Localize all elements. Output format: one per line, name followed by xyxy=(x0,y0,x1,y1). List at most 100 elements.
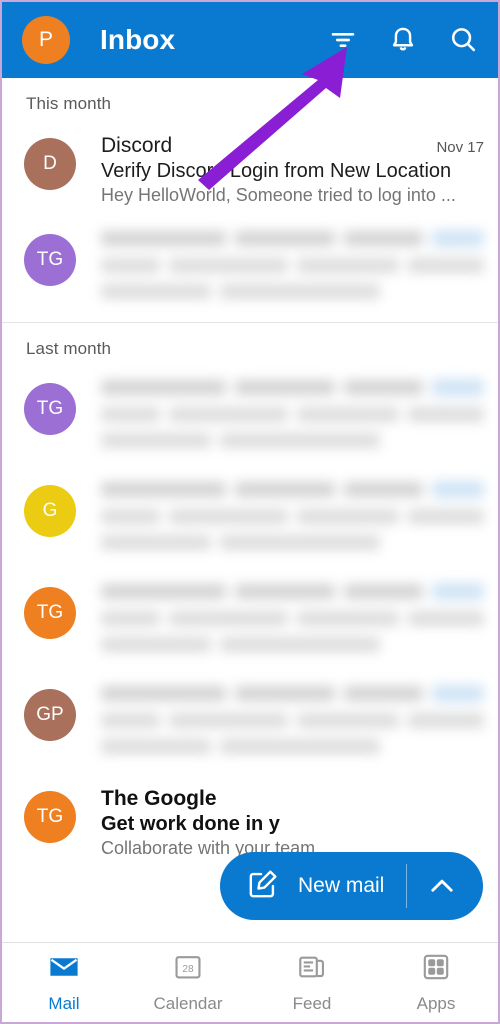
redacted-block xyxy=(432,379,484,396)
redacted-text-line xyxy=(101,611,484,626)
section-label: Last month xyxy=(26,339,112,358)
mail-sender: The Google xyxy=(101,787,217,810)
redacted-block xyxy=(344,686,424,701)
redacted-block xyxy=(220,284,380,299)
redacted-text-line xyxy=(101,433,484,448)
redacted-block xyxy=(235,380,336,395)
bell-icon[interactable] xyxy=(386,23,420,57)
mail-sender: Discord xyxy=(101,134,173,157)
redacted-block xyxy=(407,407,484,422)
avatar[interactable]: TG xyxy=(24,587,76,639)
redacted-block xyxy=(101,509,161,524)
avatar[interactable]: D xyxy=(24,138,76,190)
mail-item-body xyxy=(101,379,484,459)
redacted-block xyxy=(101,637,211,652)
redacted-block xyxy=(235,482,336,497)
new-mail-label: New mail xyxy=(298,874,385,897)
page-title: Inbox xyxy=(100,24,176,55)
redacted-block xyxy=(235,584,336,599)
mail-item-header: The Google xyxy=(101,787,484,811)
mail-list-item[interactable]: TG xyxy=(2,369,498,471)
compose-divider xyxy=(406,864,408,908)
redacted-block xyxy=(344,231,424,246)
nav-item-mail[interactable]: Mail xyxy=(2,943,126,1022)
nav-item-label: Feed xyxy=(292,994,332,1013)
feed-icon xyxy=(296,951,328,988)
redacted-block xyxy=(101,611,161,626)
redacted-block xyxy=(407,713,484,728)
mail-list-item[interactable]: G xyxy=(2,471,498,573)
new-mail-button[interactable]: New mail xyxy=(220,852,484,920)
redacted-block xyxy=(297,258,399,273)
redacted-block xyxy=(220,739,380,754)
mail-subject: Verify Discord Login from New Location xyxy=(101,160,452,182)
nav-item-calendar[interactable]: 28 Calendar xyxy=(126,943,250,1022)
redacted-block xyxy=(169,509,288,524)
redacted-block xyxy=(432,685,484,702)
mail-item-header: Discord Nov 17 xyxy=(101,134,484,158)
redacted-block xyxy=(169,258,288,273)
redacted-block xyxy=(432,230,484,247)
mail-list[interactable]: This month D Discord Nov 17 Verify Discord L… xyxy=(2,78,498,873)
redacted-text-line xyxy=(101,258,484,273)
redacted-text-line xyxy=(101,637,484,652)
search-icon[interactable] xyxy=(446,23,480,57)
redacted-block xyxy=(432,583,484,600)
mail-list-item[interactable]: D Discord Nov 17 Verify Discord Login from … xyxy=(2,124,498,220)
redacted-block xyxy=(220,433,380,448)
redacted-block xyxy=(220,535,380,550)
nav-item-apps[interactable]: Apps xyxy=(374,943,498,1022)
redacted-block xyxy=(235,231,336,246)
mail-item-body: Discord Nov 17 Verify Discord Login from N… xyxy=(101,134,484,206)
redacted-block xyxy=(101,433,211,448)
mail-date: Nov 17 xyxy=(436,139,484,156)
avatar[interactable]: TG xyxy=(24,383,76,435)
redacted-block xyxy=(297,611,399,626)
avatar[interactable]: G xyxy=(24,485,76,537)
nav-item-label: Mail xyxy=(48,994,80,1013)
filter-icon[interactable] xyxy=(326,23,360,57)
redacted-block xyxy=(297,713,399,728)
mobile-mail-app: P Inbox This month D Discord Nov 17 Veri… xyxy=(0,0,500,1024)
compose-pencil-icon xyxy=(246,867,280,906)
mail-list-item[interactable]: TG xyxy=(2,573,498,675)
mail-subject: Get work done in y xyxy=(101,813,280,835)
redacted-block xyxy=(169,407,288,422)
mail-preview: Hey HelloWorld, Someone tried to log int… xyxy=(101,185,456,205)
redacted-block xyxy=(101,739,211,754)
chevron-up-icon[interactable] xyxy=(407,869,477,903)
redacted-block xyxy=(169,713,288,728)
redacted-block xyxy=(101,535,211,550)
mail-item-body xyxy=(101,230,484,310)
redacted-block xyxy=(101,284,211,299)
nav-item-label: Calendar xyxy=(153,994,223,1013)
redacted-block xyxy=(101,713,161,728)
redacted-block xyxy=(101,584,227,599)
app-header: P Inbox xyxy=(2,2,498,78)
mail-item-body xyxy=(101,685,484,765)
apps-grid-icon xyxy=(420,951,452,988)
mail-item-body xyxy=(101,481,484,561)
mail-item-body: The Google Get work done in y Collaborate… xyxy=(101,787,484,859)
nav-item-feed[interactable]: Feed xyxy=(250,943,374,1022)
avatar[interactable]: GP xyxy=(24,689,76,741)
redacted-block xyxy=(344,584,424,599)
redacted-block xyxy=(432,481,484,498)
avatar[interactable]: TG xyxy=(24,791,76,843)
mail-icon xyxy=(48,951,80,988)
calendar-icon: 28 xyxy=(172,951,204,988)
mail-list-item[interactable]: TG xyxy=(2,220,498,322)
avatar[interactable]: TG xyxy=(24,234,76,286)
mail-list-item[interactable]: GP xyxy=(2,675,498,777)
redacted-block xyxy=(101,258,161,273)
redacted-text-line xyxy=(101,535,484,550)
redacted-block xyxy=(407,258,484,273)
avatar-profile[interactable]: P xyxy=(22,16,70,64)
redacted-text-line xyxy=(101,379,484,396)
redacted-text-line xyxy=(101,713,484,728)
redacted-text-line xyxy=(101,509,484,524)
section-label: This month xyxy=(26,94,112,113)
svg-text:28: 28 xyxy=(182,964,194,975)
redacted-block xyxy=(101,407,161,422)
redacted-block xyxy=(344,380,424,395)
